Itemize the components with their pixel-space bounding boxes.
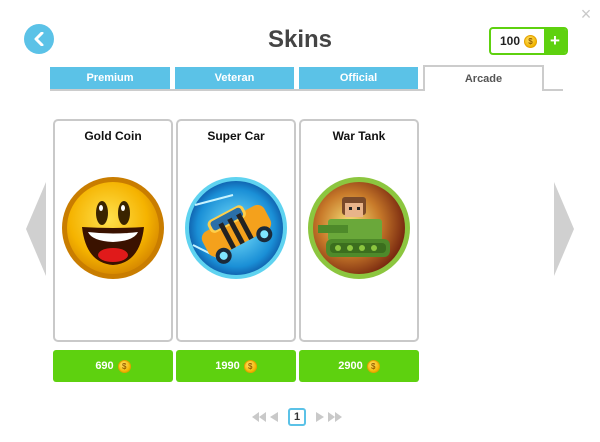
prev-page-arrow-icon[interactable] (26, 182, 46, 276)
category-tabs: Premium Veteran Official Arcade (50, 65, 563, 91)
next-page-icon[interactable] (316, 412, 324, 422)
skin-name: Gold Coin (84, 129, 142, 143)
skin-card-super-car[interactable]: Super Car (176, 119, 296, 342)
price-value: 690 (95, 360, 114, 372)
war-tank-skin-icon (308, 177, 410, 279)
price-value: 1990 (215, 360, 240, 372)
buy-button-super-car[interactable]: 1990 $ (176, 350, 296, 382)
buy-button-war-tank[interactable]: 2900 $ (299, 350, 419, 382)
tab-premium[interactable]: Premium (50, 67, 170, 89)
current-page[interactable]: 1 (288, 408, 306, 426)
coin-balance-value: 100 (499, 34, 521, 48)
coin-icon: $ (366, 359, 380, 373)
tab-arcade[interactable]: Arcade (423, 65, 544, 91)
coin-balance: 100 $ + (489, 27, 568, 55)
buy-button-gold-coin[interactable]: 690 $ (53, 350, 173, 382)
skin-card-gold-coin[interactable]: Gold Coin (53, 119, 173, 342)
skin-name: War Tank (332, 129, 386, 143)
tab-official[interactable]: Official (299, 67, 418, 89)
add-coins-button[interactable]: + (544, 29, 566, 53)
coin-icon: $ (117, 359, 131, 373)
next-page-arrow-icon[interactable] (554, 182, 574, 276)
skin-card-war-tank[interactable]: War Tank (299, 119, 419, 342)
gold-coin-skin-icon (62, 177, 164, 279)
pagination: 1 (252, 408, 342, 426)
super-car-skin-icon (185, 177, 287, 279)
skin-name: Super Car (207, 129, 265, 143)
coin-icon: $ (524, 34, 538, 48)
last-page-icon[interactable] (328, 412, 342, 422)
close-button[interactable]: × (578, 5, 594, 23)
first-page-icon[interactable] (252, 412, 266, 422)
prev-page-icon[interactable] (270, 412, 278, 422)
price-value: 2900 (338, 360, 363, 372)
tab-veteran[interactable]: Veteran (175, 67, 294, 89)
coin-icon: $ (243, 359, 257, 373)
